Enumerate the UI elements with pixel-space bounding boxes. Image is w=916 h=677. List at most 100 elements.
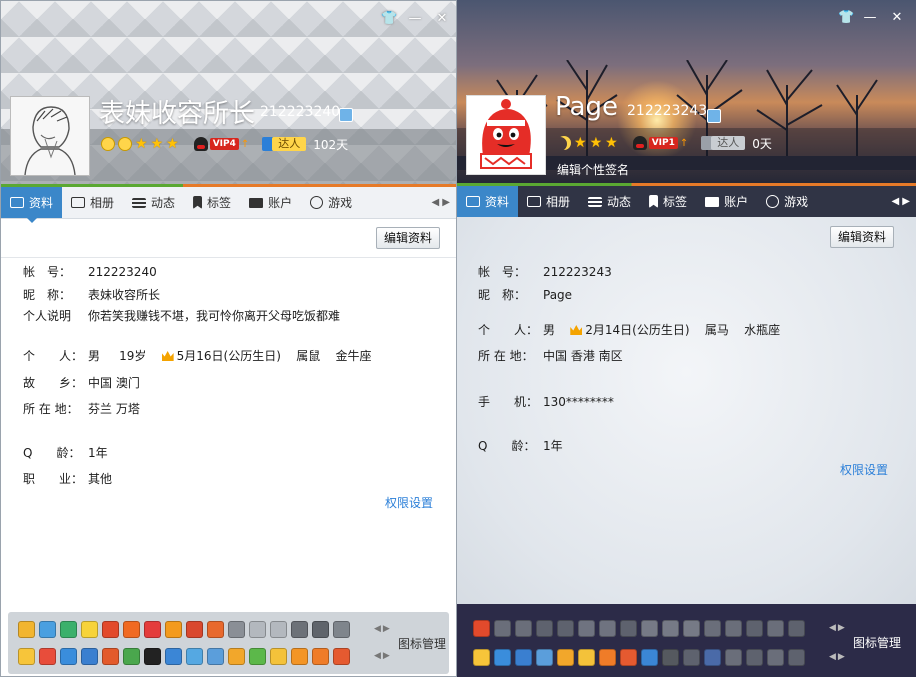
star-icon[interactable] [746, 620, 763, 637]
permission-settings-link[interactable]: 权限设置 [385, 494, 433, 511]
service-icon[interactable] [291, 621, 308, 638]
tab-tags[interactable]: 标签 [184, 187, 240, 218]
icon-row-1-arrows[interactable]: ◀▶ [829, 623, 847, 633]
diamond-icon[interactable] [641, 620, 658, 637]
service-icon[interactable] [557, 649, 574, 666]
tab-tags[interactable]: 标签 [640, 186, 696, 217]
service-icon[interactable] [39, 648, 56, 665]
vip-badge[interactable]: VIP4 ↑ [193, 137, 249, 151]
diamond-icon[interactable] [557, 620, 574, 637]
service-icon[interactable] [599, 620, 616, 637]
service-icon[interactable] [312, 648, 329, 665]
service-icon[interactable] [291, 648, 308, 665]
service-icon[interactable] [515, 649, 532, 666]
service-icon[interactable] [249, 648, 266, 665]
icon-row-1-arrows[interactable]: ◀▶ [374, 624, 392, 634]
tab-feed[interactable]: 动态 [123, 187, 184, 218]
service-icon[interactable] [18, 621, 35, 638]
service-icon[interactable] [536, 620, 553, 637]
tab-account[interactable]: 账户 [696, 186, 757, 217]
heart-icon[interactable] [767, 620, 784, 637]
star-icon[interactable] [18, 648, 35, 665]
service-icon[interactable] [620, 649, 637, 666]
service-icon[interactable] [620, 620, 637, 637]
service-icon[interactable] [186, 648, 203, 665]
service-icon[interactable] [60, 621, 77, 638]
icon-manager-button[interactable]: 图标管理 [853, 634, 901, 651]
diamond-icon[interactable] [683, 620, 700, 637]
tab-profile[interactable]: 资料 [457, 186, 519, 222]
service-icon[interactable] [81, 648, 98, 665]
mail-icon[interactable] [536, 649, 553, 666]
daren-badge[interactable]: 达人 [701, 136, 746, 150]
close-button[interactable]: ✕ [434, 11, 450, 27]
permission-settings-link[interactable]: 权限设置 [840, 461, 888, 478]
service-icon[interactable] [725, 649, 742, 666]
edit-profile-button[interactable]: 编辑资料 [375, 227, 440, 249]
service-icon[interactable] [207, 621, 224, 638]
skin-icon[interactable]: 👕 [838, 10, 854, 26]
mail-icon[interactable] [207, 648, 224, 665]
minimize-button[interactable]: — [862, 10, 878, 26]
service-icon[interactable] [788, 649, 805, 666]
penguin-icon[interactable] [473, 620, 490, 637]
tab-scroll-arrows[interactable]: ◀ ▶ [885, 186, 916, 217]
icon-row-2-arrows[interactable]: ◀▶ [829, 652, 847, 662]
heart-icon[interactable] [249, 621, 266, 638]
service-icon[interactable] [270, 648, 287, 665]
heart-icon[interactable] [515, 620, 532, 637]
heart-icon[interactable] [494, 620, 511, 637]
service-icon[interactable] [60, 648, 77, 665]
service-icon[interactable] [788, 620, 805, 637]
star-icon[interactable] [228, 621, 245, 638]
service-icon[interactable] [102, 648, 119, 665]
heart-icon[interactable] [270, 621, 287, 638]
diamond-icon[interactable] [662, 620, 679, 637]
penguin-icon[interactable] [144, 648, 161, 665]
service-icon[interactable] [123, 648, 140, 665]
service-icon[interactable] [725, 620, 742, 637]
skin-icon[interactable]: 👕 [381, 11, 397, 27]
icon-row-2-arrows[interactable]: ◀▶ [374, 651, 392, 661]
signature-prompt[interactable]: 编辑个性签名 [557, 161, 629, 178]
service-icon[interactable] [578, 620, 595, 637]
avatar[interactable] [10, 96, 90, 176]
tab-account[interactable]: 账户 [240, 187, 301, 218]
tab-album[interactable]: 相册 [62, 187, 123, 218]
edit-profile-button[interactable]: 编辑资料 [829, 226, 894, 248]
penguin-icon[interactable] [102, 621, 119, 638]
service-icon[interactable] [123, 621, 140, 638]
service-icon[interactable] [683, 649, 700, 666]
icon-manager-button[interactable]: 图标管理 [398, 635, 446, 652]
service-icon[interactable] [704, 649, 721, 666]
service-icon[interactable] [39, 621, 56, 638]
service-icon[interactable] [186, 621, 203, 638]
service-icon[interactable] [144, 621, 161, 638]
level-row[interactable]: ★ ★ ★ VIP4 ↑ 达人 102天 [101, 135, 348, 153]
minimize-button[interactable]: — [407, 11, 423, 27]
service-icon[interactable] [228, 648, 245, 665]
avatar[interactable] [466, 95, 546, 175]
service-icon[interactable] [746, 649, 763, 666]
service-icon[interactable] [578, 649, 595, 666]
service-icon[interactable] [333, 648, 350, 665]
close-button[interactable]: ✕ [889, 10, 905, 26]
daren-badge[interactable]: 达人 [262, 137, 307, 151]
tab-scroll-arrows[interactable]: ◀ ▶ [425, 187, 456, 218]
tab-feed[interactable]: 动态 [579, 186, 640, 217]
service-icon[interactable] [599, 649, 616, 666]
tab-games[interactable]: 游戏 [757, 186, 817, 217]
qq-number-edit-icon[interactable] [339, 108, 353, 122]
diamond-icon[interactable] [312, 621, 329, 638]
tab-profile[interactable]: 资料 [1, 187, 63, 223]
vip-badge[interactable]: VIP1 ↑ [632, 136, 688, 150]
service-icon[interactable] [641, 649, 658, 666]
star-icon[interactable] [473, 649, 490, 666]
app-icon[interactable] [662, 649, 679, 666]
tab-album[interactable]: 相册 [518, 186, 579, 217]
service-icon[interactable] [494, 649, 511, 666]
service-icon[interactable] [704, 620, 721, 637]
diamond-icon[interactable] [81, 621, 98, 638]
service-icon[interactable] [165, 621, 182, 638]
service-icon[interactable] [333, 621, 350, 638]
